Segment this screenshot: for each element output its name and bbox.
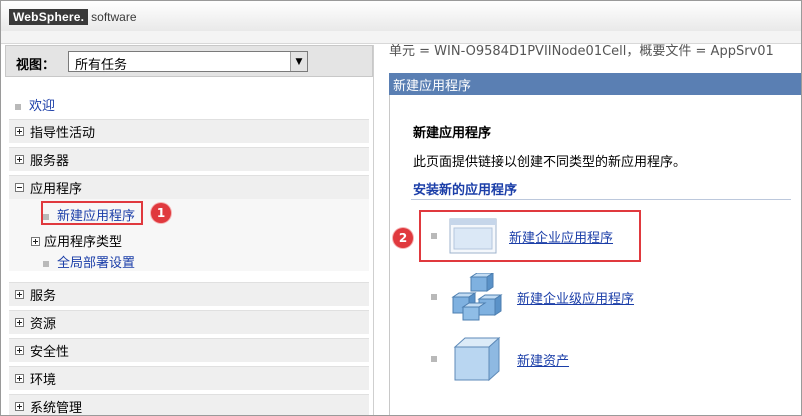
nav-welcome[interactable]: 欢迎 xyxy=(15,95,55,114)
nav-section-resources[interactable]: 资源 xyxy=(9,310,369,334)
nav-item-global-deployment[interactable]: 全局部署设置 xyxy=(43,252,135,271)
step-badge-1: 1 xyxy=(151,203,171,223)
bullet-icon xyxy=(431,356,437,362)
step-badge-2: 2 xyxy=(393,228,413,248)
top-banner: WebSphere. software xyxy=(1,1,801,32)
navigation-pane: 视图： 所有任务 ▼ 欢迎 指导性活动 服务器 应用程序 新建应用程序 1 应用… xyxy=(5,45,374,415)
websphere-logo: WebSphere. software xyxy=(9,8,137,25)
nav-section-label: 服务 xyxy=(30,289,57,304)
view-bar: 视图： 所有任务 ▼ xyxy=(5,45,373,77)
new-asset-link[interactable]: 新建资产 xyxy=(517,350,569,369)
nav-section-label: 环境 xyxy=(30,373,57,388)
nav-section-servers[interactable]: 服务器 xyxy=(9,147,369,171)
panel-header: 新建应用程序 xyxy=(389,73,801,95)
cubes-icon xyxy=(449,272,505,321)
nav-section-applications[interactable]: 应用程序 xyxy=(9,175,369,199)
collapse-icon[interactable] xyxy=(15,183,24,192)
nav-section-label: 资源 xyxy=(30,317,57,332)
bullet-icon xyxy=(15,103,21,110)
nav-section-label: 安全性 xyxy=(30,345,70,360)
product-name: software xyxy=(91,9,137,24)
console-window: WebSphere. software 视图： 所有任务 ▼ 欢迎 指导性活动 … xyxy=(0,0,802,416)
nav-section-services[interactable]: 服务 xyxy=(9,282,369,306)
expand-icon[interactable] xyxy=(15,155,24,164)
page-title: 新建应用程序 xyxy=(413,126,492,141)
nav-section-environment[interactable]: 环境 xyxy=(9,366,369,390)
expand-icon[interactable] xyxy=(31,237,40,246)
highlight-box-2 xyxy=(419,210,641,262)
nav-item-application-types[interactable]: 应用程序类型 xyxy=(31,231,122,250)
nav-section-guided-activities[interactable]: 指导性活动 xyxy=(9,119,369,143)
view-label: 视图： xyxy=(16,58,56,73)
global-deployment-link[interactable]: 全局部署设置 xyxy=(57,256,135,271)
nav-section-system-admin[interactable]: 系统管理 xyxy=(9,394,369,416)
nav-section-label: 系统管理 xyxy=(30,401,83,416)
dropdown-arrow-icon[interactable]: ▼ xyxy=(290,52,307,71)
welcome-link[interactable]: 欢迎 xyxy=(29,99,55,114)
expand-icon[interactable] xyxy=(15,290,24,299)
nav-section-security[interactable]: 安全性 xyxy=(9,338,369,362)
cube-icon xyxy=(449,335,505,383)
new-enterprise-level-app-link[interactable]: 新建企业级应用程序 xyxy=(517,288,634,307)
nav-section-label: 指导性活动 xyxy=(30,126,96,141)
application-types-label: 应用程序类型 xyxy=(44,235,123,250)
expand-icon[interactable] xyxy=(15,346,24,355)
view-select-value: 所有任务 xyxy=(75,58,128,73)
bullet-icon xyxy=(431,294,437,300)
view-select[interactable]: 所有任务 ▼ xyxy=(68,51,308,73)
nav-section-label: 服务器 xyxy=(30,154,70,169)
expand-icon[interactable] xyxy=(15,318,24,327)
section-divider xyxy=(411,199,791,200)
expand-icon[interactable] xyxy=(15,402,24,411)
page-description: 此页面提供链接以创建不同类型的新应用程序。 xyxy=(413,155,687,170)
entry-new-enterprise-level-app[interactable]: 新建企业级应用程序 xyxy=(431,272,634,321)
section-title: 安装新的应用程序 xyxy=(413,183,518,198)
expand-icon[interactable] xyxy=(15,127,24,136)
highlight-box-1 xyxy=(41,201,143,225)
bullet-icon xyxy=(43,260,49,267)
entry-new-asset[interactable]: 新建资产 xyxy=(431,335,569,383)
expand-icon[interactable] xyxy=(15,374,24,383)
brand-name: WebSphere. xyxy=(9,8,89,25)
breadcrumb: 单元 = WIN-O9584D1PVIINode01Cell，概要文件 = Ap… xyxy=(389,44,774,59)
nav-section-label: 应用程序 xyxy=(30,182,83,197)
